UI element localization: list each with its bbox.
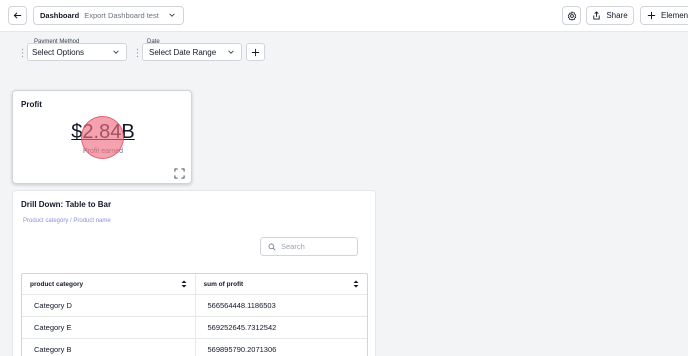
profit-card-title: Profit <box>21 100 42 109</box>
table-cell: 569895790.2071306 <box>194 339 368 356</box>
search-icon <box>268 243 276 250</box>
chevron-down-icon <box>169 13 175 17</box>
click-indicator <box>81 116 124 159</box>
date-range-value: Select Date Range <box>149 47 217 57</box>
search-placeholder: Search <box>281 242 305 251</box>
share-icon <box>593 11 600 20</box>
column-header-profit[interactable]: sum of profit <box>194 274 368 294</box>
table-header-row: product category sum of profit <box>22 274 367 295</box>
profit-card[interactable]: Profit $2.84B Profit earned <box>12 90 192 184</box>
top-bar: Dashboard Export Dashboard test Share El… <box>0 0 688 32</box>
back-button[interactable] <box>8 6 27 25</box>
search-input[interactable]: Search <box>260 237 358 256</box>
table-cell: 566564448.1186503 <box>194 295 368 316</box>
drag-handle-icon[interactable] <box>136 48 139 58</box>
column-header-category[interactable]: product category <box>22 274 195 294</box>
table-cell: 569252645.7312542 <box>194 317 368 338</box>
table-row[interactable]: Category D 566564448.1186503 <box>22 295 367 317</box>
date-range-select[interactable]: Select Date Range <box>142 43 242 61</box>
drill-card-title: Drill Down: Table to Bar <box>21 200 112 209</box>
chevron-down-icon <box>228 50 234 54</box>
drill-down-card: Drill Down: Table to Bar Product categor… <box>12 190 376 356</box>
table-row[interactable]: Category E 569252645.7312542 <box>22 317 367 339</box>
settings-button[interactable] <box>562 6 581 25</box>
column-header-label: product category <box>30 280 84 288</box>
sort-icon[interactable] <box>353 280 359 288</box>
element-label: Element <box>661 11 688 20</box>
gear-icon <box>567 10 576 21</box>
add-element-button[interactable]: Element <box>640 6 688 25</box>
drag-handle-icon[interactable] <box>21 48 24 58</box>
share-button[interactable]: Share <box>586 6 634 25</box>
column-header-label: sum of profit <box>203 280 244 288</box>
dashboard-name: Export Dashboard test <box>84 11 159 20</box>
plus-icon <box>647 11 656 20</box>
table-cell: Category B <box>34 345 72 354</box>
table-row[interactable]: Category B 569895790.2071306 <box>22 339 367 356</box>
chevron-down-icon <box>113 50 119 54</box>
payment-method-select[interactable]: Select Options <box>27 43 127 61</box>
breadcrumb[interactable]: Product category / Product name <box>23 218 111 224</box>
dashboard-label: Dashboard <box>40 11 80 20</box>
payment-method-value: Select Options <box>32 47 85 57</box>
expand-icon[interactable] <box>174 168 185 179</box>
dashboard-selector[interactable]: Dashboard Export Dashboard test <box>33 6 184 25</box>
plus-icon <box>251 48 260 56</box>
share-label: Share <box>606 11 628 20</box>
add-filter-button[interactable] <box>246 43 265 61</box>
arrow-left-icon <box>13 12 22 19</box>
table-cell: Category E <box>34 323 72 332</box>
data-table: product category sum of profit Category … <box>21 273 368 356</box>
table-cell: Category D <box>34 301 72 310</box>
sort-icon[interactable] <box>181 280 187 288</box>
